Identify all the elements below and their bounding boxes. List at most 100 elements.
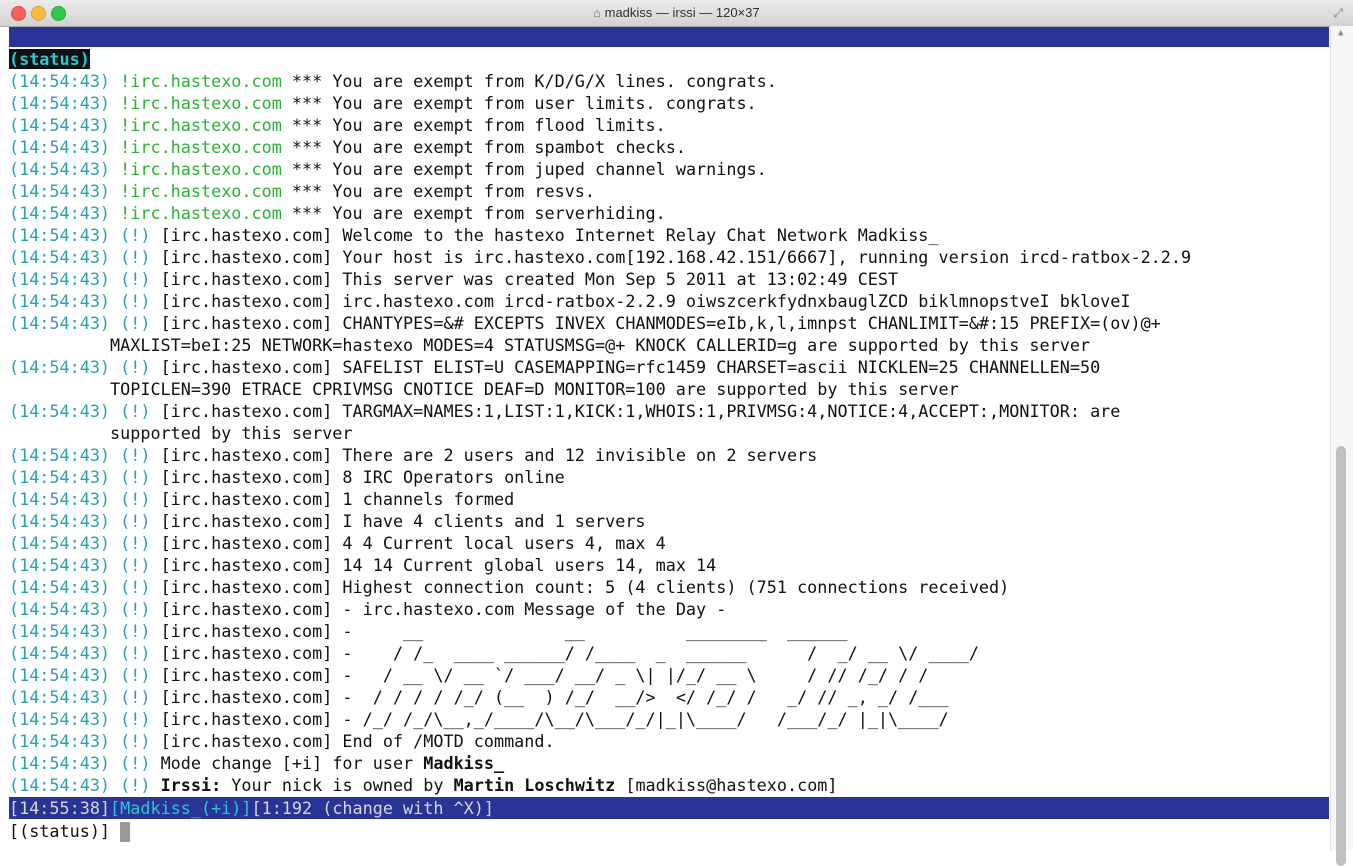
timestamp: (14:54:43) [9,225,111,245]
server-message-line: (14:54:43) (!) [irc.hastexo.com] 8 IRC O… [9,466,1329,488]
notice-marker: (!) [120,775,151,795]
server-message-line: TOPICLEN=390 ETRACE CPRIVMSG CNOTICE DEA… [9,378,1329,400]
server-message-line: (14:54:43) (!) [irc.hastexo.com] 1 chann… [9,488,1329,510]
message-line: (14:54:43) !irc.hastexo.com *** You are … [9,180,1329,202]
timestamp: (14:54:43) [9,775,111,795]
server-source: !irc.hastexo.com [120,115,282,135]
server-message-line: (14:54:43) (!) [irc.hastexo.com] - / __ … [9,664,1329,686]
timestamp: (14:54:43) [9,599,111,619]
notice-marker: (!) [120,665,151,685]
terminal-window: ⌂ madkiss — irssi — 120×37 ⤢ (status) (14… [0,0,1353,866]
statusbar-nick: [Madkiss_(+i)] [110,798,252,818]
timestamp: (14:54:43) [9,247,111,267]
message-text: Mode change [+i] for user [150,753,424,773]
timestamp: (14:54:43) [9,445,111,465]
server-message-line: (14:54:43) (!) [irc.hastexo.com] Highest… [9,576,1329,598]
message-text: *** You are exempt from spambot checks. [281,137,686,157]
message-text: [irc.hastexo.com] 1 channels formed [150,489,515,509]
message-line: (14:54:43) !irc.hastexo.com *** You are … [9,158,1329,180]
notice-marker: (!) [120,313,151,333]
message-text: [irc.hastexo.com] 4 4 Current local user… [150,533,666,553]
message-text: [irc.hastexo.com] End of /MOTD command. [150,731,555,751]
timestamp: (14:54:43) [9,577,111,597]
statusbar-time: [14:55:38] [9,798,111,818]
input-line[interactable]: [(status)] [9,820,131,842]
server-message-line: (14:54:43) (!) [irc.hastexo.com] - irc.h… [9,598,1329,620]
timestamp: (14:54:43) [9,731,111,751]
message-text: [irc.hastexo.com] - / __ \/ __ `/ ___/ _… [150,665,929,685]
nick: Madkiss_ [423,753,505,773]
terminal-output: (status) (14:54:43) !irc.hastexo.com ***… [9,48,1329,802]
notice-marker: (!) [120,269,151,289]
message-text: [irc.hastexo.com] - irc.hastexo.com Mess… [150,599,727,619]
window-label: (status) [9,49,90,69]
fullscreen-icon[interactable]: ⤢ [1333,6,1343,21]
timestamp: (14:54:43) [9,401,111,421]
irssi-label: Irssi: [150,775,222,795]
server-message-line: (14:54:43) (!) [irc.hastexo.com] CHANTYP… [9,312,1329,334]
server-message-line: (14:54:43) (!) [irc.hastexo.com] - __ __… [9,620,1329,642]
server-message-line: (14:54:43) (!) [irc.hastexo.com] - /_/ /… [9,708,1329,730]
server-source: !irc.hastexo.com [120,71,282,91]
timestamp: (14:54:43) [9,709,111,729]
message-text: [irc.hastexo.com] - / / / / /_/ (__ ) /_… [150,687,949,707]
server-message-line: (14:54:43) (!) [irc.hastexo.com] I have … [9,510,1329,532]
timestamp: (14:54:43) [9,467,111,487]
window-title-text: madkiss — irssi — 120×37 [604,5,760,20]
server-message-line: (14:54:43) (!) [irc.hastexo.com] Welcome… [9,224,1329,246]
message-text: *** You are exempt from user limits. con… [281,93,757,113]
message-text: *** You are exempt from K/D/G/X lines. c… [281,71,777,91]
notice-marker: (!) [120,731,151,751]
message-text: MAXLIST=beI:25 NETWORK=hastexo MODES=4 S… [9,335,1091,355]
notice-marker: (!) [120,753,151,773]
notice-marker: (!) [120,621,151,641]
message-text: supported by this server [9,423,353,443]
irssi-statusbar: [14:55:38][Madkiss_(+i)][1:192 (change w… [9,797,1329,819]
message-text: *** You are exempt from juped channel wa… [281,159,767,179]
scrollbar[interactable]: ▲ [1330,26,1353,866]
nick-owner-line: (14:54:43) (!) Irssi: Your nick is owned… [9,774,1329,796]
message-line: (14:54:43) !irc.hastexo.com *** You are … [9,70,1329,92]
message-text: [irc.hastexo.com] SAFELIST ELIST=U CASEM… [150,357,1101,377]
server-source: !irc.hastexo.com [120,159,282,179]
scrollbar-thumb[interactable] [1336,446,1346,866]
scroll-up-icon[interactable]: ▲ [1338,28,1343,38]
server-source: !irc.hastexo.com [120,93,282,113]
notice-marker: (!) [120,401,151,421]
server-source: !irc.hastexo.com [120,203,282,223]
notice-marker: (!) [120,445,151,465]
timestamp: (14:54:43) [9,357,111,377]
timestamp: (14:54:43) [9,71,111,91]
server-source: !irc.hastexo.com [120,181,282,201]
title-bar[interactable]: ⌂ madkiss — irssi — 120×37 ⤢ [0,0,1353,27]
timestamp: (14:54:43) [9,137,111,157]
owner-name: Martin Loschwitz [453,775,616,795]
timestamp: (14:54:43) [9,665,111,685]
server-message-line: supported by this server [9,422,1329,444]
timestamp: (14:54:43) [9,203,111,223]
timestamp: (14:54:43) [9,555,111,575]
timestamp: (14:54:43) [9,93,111,113]
statusbar-window: [1:192 (change with ^X)] [251,798,494,818]
message-text: [irc.hastexo.com] 14 14 Current global u… [150,555,717,575]
window-label-line: (status) [9,48,1329,70]
message-text: *** You are exempt from resvs. [281,181,596,201]
message-text: [irc.hastexo.com] TARGMAX=NAMES:1,LIST:1… [150,401,1121,421]
message-text: *** You are exempt from flood limits. [281,115,666,135]
